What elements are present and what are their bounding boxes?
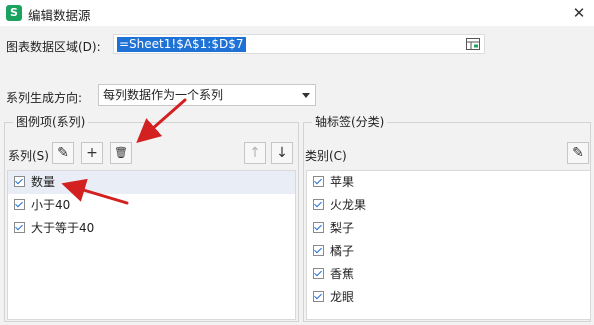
annotation-arrows [61, 98, 187, 205]
annotation-arrow-delete [136, 98, 187, 143]
annotation-arrow-series [61, 178, 129, 205]
